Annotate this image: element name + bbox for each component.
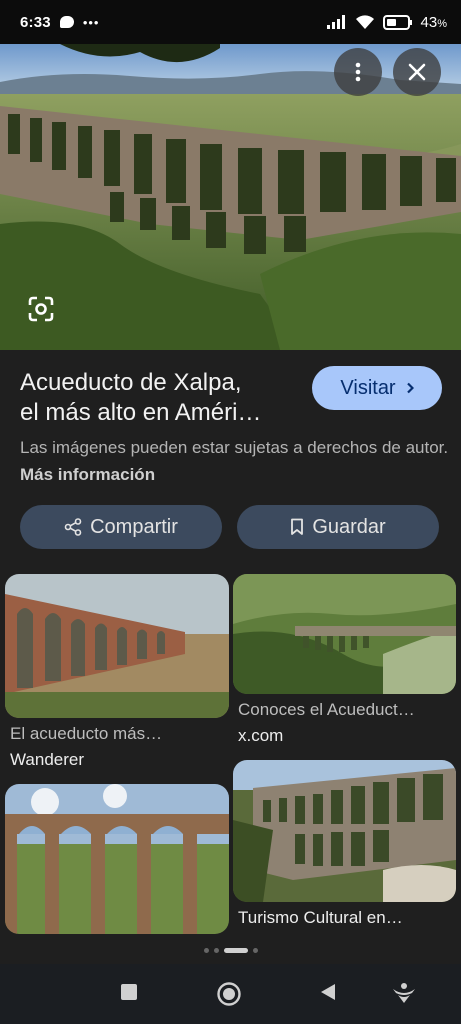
result-title[interactable]: Acueducto de Xalpa, el más alto en Améri… [20, 368, 305, 428]
lens-button[interactable] [26, 294, 56, 324]
close-button[interactable] [393, 48, 441, 96]
related-caption-1[interactable]: El acueducto más… [10, 724, 228, 744]
lens-icon [28, 296, 54, 322]
main-image[interactable] [0, 44, 461, 350]
page-indicator [0, 944, 461, 956]
more-options-button[interactable] [334, 48, 382, 96]
triangle-back-icon[interactable] [318, 982, 338, 1002]
related-image-3[interactable] [5, 784, 229, 934]
status-bar: 6:33 ••• 43% [0, 0, 461, 44]
square-icon[interactable] [119, 982, 139, 1002]
circle-icon[interactable] [216, 981, 242, 1007]
chat-notification-icon [59, 16, 74, 28]
more-vert-icon [355, 62, 361, 82]
chevron-right-icon [406, 382, 414, 394]
page-dot-active [223, 947, 248, 953]
page-dot [252, 947, 258, 953]
aqueduct-tall-thumbnail [233, 760, 456, 902]
image-info-panel: Acueducto de Xalpa, el más alto en Améri… [0, 350, 461, 564]
save-button[interactable]: Guardar [237, 505, 439, 549]
copyright-notice: Las imágenes pueden estar sujetas a dere… [20, 438, 449, 484]
related-source-2: x.com [238, 726, 284, 745]
related-caption-2[interactable]: Conoces el Acueduct… [238, 700, 454, 720]
visit-button[interactable]: Visitar [312, 366, 442, 410]
more-info-link[interactable]: Más información [20, 465, 155, 484]
aqueduct-valley-thumbnail [233, 574, 456, 694]
related-source-1: Wanderer [10, 750, 85, 769]
page-dot [203, 947, 209, 953]
status-time: 6:33 [20, 13, 51, 31]
close-icon [408, 63, 426, 81]
related-caption-4[interactable]: Turismo Cultural en… [238, 908, 454, 928]
share-icon [64, 518, 82, 536]
system-navigation-bar [0, 964, 461, 1024]
wifi-icon [355, 14, 374, 29]
share-button[interactable]: Compartir [20, 505, 222, 549]
accessibility-icon[interactable] [392, 982, 416, 1004]
signal-icon [326, 15, 345, 29]
related-image-4[interactable] [233, 760, 456, 902]
battery-level: 43% [420, 13, 447, 31]
related-image-2[interactable] [233, 574, 456, 694]
aqueduct-arch-row-thumbnail [5, 784, 229, 934]
aqueduct-arches-thumbnail [5, 574, 229, 718]
related-image-1[interactable] [5, 574, 229, 718]
aqueduct-photo [0, 44, 461, 350]
page-dot [213, 947, 219, 953]
more-notifications-icon: ••• [82, 14, 100, 30]
battery-icon [382, 14, 412, 30]
bookmark-icon [291, 518, 304, 535]
